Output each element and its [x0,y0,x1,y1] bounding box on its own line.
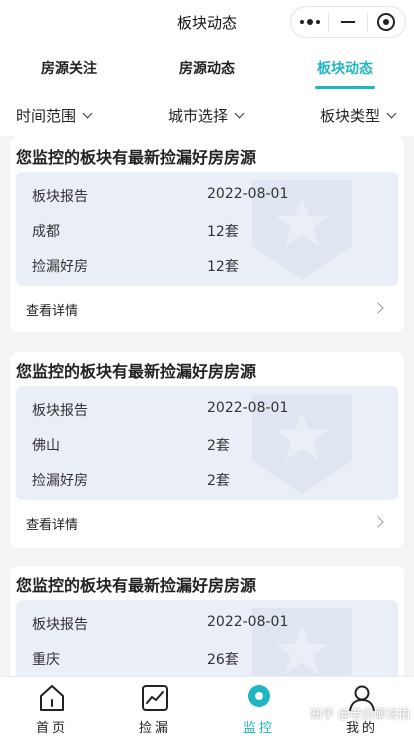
notification-feed[interactable]: 您监控的板块有最新捡漏好房房源 板块报告 2022-08-01 成都 12套 捡… [0,136,414,676]
card-info-panel: 板块报告 2022-08-01 重庆 26套 [16,600,398,676]
row-label: 成都 [32,224,60,240]
notification-card[interactable]: 您监控的板块有最新捡漏好房房源 板块报告 2022-08-01 成都 12套 捡… [10,136,404,332]
row-value: 2022-08-01 [207,614,289,630]
filter-block-type[interactable]: 板块类型 [320,105,397,126]
bottom-nav: 首页 捡漏 监控 我的 知乎 @老白聊法拍 [0,676,414,736]
chevron-right-icon[interactable] [372,302,384,314]
row-value: 2套 [207,473,230,489]
view-details-link[interactable]: 查看详情 [26,300,78,319]
tab-bar: 房源关注 房源动态 板块动态 [0,44,414,90]
chart-icon [142,685,168,711]
row-label: 板块报告 [32,403,88,419]
row-value: 12套 [207,259,239,275]
row-label: 佛山 [32,438,60,454]
row-value: 2022-08-01 [207,186,289,202]
row-label: 重庆 [32,652,60,668]
tab-house-follow[interactable]: 房源关注 [41,58,97,78]
home-icon [40,685,64,711]
minimize-button[interactable] [329,7,366,37]
filter-bar: 时间范围 城市选择 板块类型 [0,90,414,136]
filter-time-range[interactable]: 时间范围 [16,105,93,126]
card-info-panel: 板块报告 2022-08-01 佛山 2套 捡漏好房 2套 [16,386,398,500]
info-row: 板块报告 2022-08-01 [32,400,288,420]
tab-block-updates[interactable]: 板块动态 [317,58,373,78]
view-details-link[interactable]: 查看详情 [26,514,78,533]
row-label: 板块报告 [32,617,88,633]
filter-label: 城市选择 [168,107,229,125]
row-label: 捡漏好房 [32,259,88,275]
monitor-icon [248,685,270,707]
info-row: 成都 12套 [32,221,239,241]
more-button[interactable] [291,7,328,37]
more-dots-icon [299,19,320,25]
filter-city[interactable]: 城市选择 [168,105,245,126]
info-row: 重庆 26套 [32,649,239,669]
chevron-down-icon [82,108,93,119]
filter-label: 板块类型 [320,107,381,125]
row-value: 2套 [207,438,230,454]
card-title: 您监控的板块有最新捡漏好房房源 [16,362,257,381]
row-label: 板块报告 [32,189,88,205]
nav-label: 捡漏 [138,721,171,736]
card-title: 您监控的板块有最新捡漏好房房源 [16,148,257,167]
close-target-icon [377,13,396,31]
nav-monitor[interactable]: 监控 [219,683,299,736]
row-value: 12套 [207,224,239,240]
info-row: 佛山 2套 [32,435,230,455]
card-title: 您监控的板块有最新捡漏好房房源 [16,576,257,595]
chevron-right-icon[interactable] [372,516,384,528]
card-info-panel: 板块报告 2022-08-01 成都 12套 捡漏好房 12套 [16,172,398,286]
active-tab-indicator [315,86,375,89]
row-label: 捡漏好房 [32,473,88,489]
notification-card[interactable]: 您监控的板块有最新捡漏好房房源 板块报告 2022-08-01 佛山 2套 捡漏… [10,352,404,548]
row-value: 26套 [207,652,239,668]
miniprogram-capsule [290,6,406,38]
title-bar: 板块动态 [0,0,414,44]
chevron-down-icon [386,108,397,119]
close-miniprogram-button[interactable] [368,7,405,37]
info-row: 捡漏好房 12套 [32,256,239,276]
filter-label: 时间范围 [16,107,77,125]
minimize-icon [340,21,355,23]
tab-house-updates[interactable]: 房源动态 [179,58,235,78]
nav-label: 首页 [35,721,68,736]
info-row: 板块报告 2022-08-01 [32,186,288,206]
watermark-credit: 知乎 @老白聊法拍 [310,707,410,721]
info-row: 板块报告 2022-08-01 [32,614,288,634]
nav-label: 监控 [242,721,275,736]
nav-home[interactable]: 首页 [12,683,92,736]
row-value: 2022-08-01 [207,400,289,416]
nav-bargain[interactable]: 捡漏 [115,683,195,736]
info-row: 捡漏好房 2套 [32,470,230,490]
chevron-down-icon [234,108,245,119]
notification-card[interactable]: 您监控的板块有最新捡漏好房房源 板块报告 2022-08-01 重庆 26套 [10,566,404,676]
